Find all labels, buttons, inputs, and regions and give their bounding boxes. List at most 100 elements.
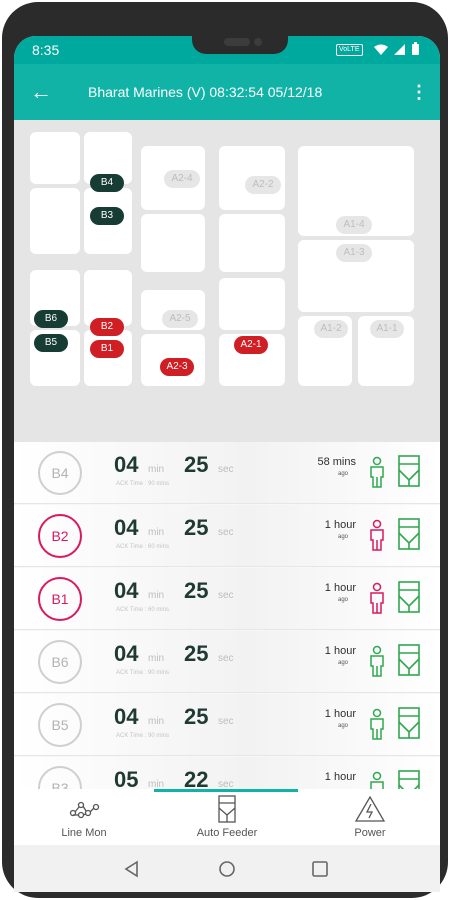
map-cell[interactable] <box>30 132 80 184</box>
row-id-badge: B4 <box>38 451 82 495</box>
power-warning-icon <box>354 795 386 822</box>
row-sec-unit: sec <box>218 590 234 601</box>
feeder-icon[interactable] <box>397 769 421 789</box>
map-tag-b3[interactable]: B3 <box>90 207 124 225</box>
list-item[interactable]: B3 05 min 22 sec 1 hour <box>14 757 440 789</box>
map-tag-a1-2[interactable]: A1-2 <box>314 320 348 338</box>
row-min-unit: min <box>148 779 165 789</box>
row-id-badge: B2 <box>38 514 82 558</box>
map-tag-a1-3[interactable]: A1-3 <box>336 244 372 262</box>
back-triangle-icon[interactable] <box>122 859 142 879</box>
row-seconds: 25 <box>184 641 209 666</box>
list-item[interactable]: B5 04 min 25 sec ACK Time : 90 mins 1 hour ago <box>14 694 440 756</box>
person-icon[interactable] <box>367 645 387 677</box>
row-minutes: 04 <box>114 704 139 729</box>
home-circle-icon[interactable] <box>217 859 237 879</box>
person-icon[interactable] <box>367 456 387 488</box>
map-tag-b2[interactable]: B2 <box>90 318 124 336</box>
row-sec-unit: sec <box>218 716 234 727</box>
status-list: B4 04 min 25 sec ACK Time : 90 mins 58 mins ago… <box>14 442 440 789</box>
page-title: Bharat Marines (V) 08:32:54 05/12/18 <box>88 84 323 100</box>
map-cell[interactable] <box>141 214 205 272</box>
list-item[interactable]: B2 04 min 25 sec ACK Time : 60 mins 1 hour ago <box>14 505 440 567</box>
map-tag-a2-1[interactable]: A2-1 <box>234 336 268 354</box>
screen: 8:35 VoLTE ← Bharat Marines (V) 08:32:54… <box>14 36 440 892</box>
phone-frame: 8:35 VoLTE ← Bharat Marines (V) 08:32:54… <box>2 2 448 898</box>
row-last-seen: 1 hour <box>324 771 356 783</box>
row-seconds: 25 <box>184 704 209 729</box>
row-sec-unit: sec <box>218 464 234 475</box>
map-tag-a2-2[interactable]: A2-2 <box>245 176 281 194</box>
row-last-seen-sub: ago <box>337 534 348 540</box>
wifi-icon <box>374 44 388 55</box>
row-last-seen: 1 hour <box>324 708 356 720</box>
row-min-unit: min <box>148 590 165 601</box>
map-tag-b6[interactable]: B6 <box>34 310 68 328</box>
list-item[interactable]: B1 04 min 25 sec ACK Time : 60 mins 1 hour ago <box>14 568 440 630</box>
row-sec-unit: sec <box>218 653 234 664</box>
row-minutes: 04 <box>114 641 139 666</box>
map-cell-b1[interactable] <box>84 330 132 386</box>
tab-auto-feeder[interactable]: Auto Feeder <box>167 789 287 845</box>
feeder-icon[interactable] <box>397 454 421 488</box>
row-id-badge: B6 <box>38 640 82 684</box>
bottom-nav: Line Mon Auto Feeder Power <box>14 789 440 845</box>
feeder-icon[interactable] <box>397 517 421 551</box>
row-last-seen: 1 hour <box>324 582 356 594</box>
map-tag-a1-4[interactable]: A1-4 <box>336 216 372 234</box>
row-ack-time: ACK Time : 90 mins <box>116 670 170 676</box>
row-ack-time: ACK Time : 90 mins <box>116 481 170 487</box>
map-tag-b1[interactable]: B1 <box>90 340 124 358</box>
list-item[interactable]: B6 04 min 25 sec ACK Time : 90 mins 1 hour ago <box>14 631 440 693</box>
camera-notch <box>192 36 288 54</box>
tab-line-mon[interactable]: Line Mon <box>24 789 144 845</box>
status-time: 8:35 <box>32 42 60 58</box>
map-tag-a2-5[interactable]: A2-5 <box>162 310 198 328</box>
map-tag-a2-4[interactable]: A2-4 <box>164 170 200 188</box>
person-icon[interactable] <box>367 519 387 551</box>
feeder-icon[interactable] <box>397 706 421 740</box>
row-id-badge: B5 <box>38 703 82 747</box>
map-tag-b4[interactable]: B4 <box>90 174 124 192</box>
map-tag-a1-1[interactable]: A1-1 <box>370 320 404 338</box>
row-last-seen-sub: ago <box>337 660 348 666</box>
map-cell[interactable] <box>219 278 285 330</box>
map-tag-b5[interactable]: B5 <box>34 334 68 352</box>
row-seconds: 25 <box>184 578 209 603</box>
row-id-badge: B3 <box>38 766 82 789</box>
feeder-icon[interactable] <box>397 580 421 614</box>
tab-power[interactable]: Power <box>310 789 430 845</box>
row-last-seen-sub: ago <box>337 597 348 603</box>
battery-icon <box>412 42 419 55</box>
person-icon[interactable] <box>367 582 387 614</box>
row-ack-time: ACK Time : 60 mins <box>116 607 170 613</box>
recents-square-icon[interactable] <box>310 859 330 879</box>
map-cell[interactable] <box>219 214 285 272</box>
row-sec-unit: sec <box>218 527 234 538</box>
row-minutes: 04 <box>114 452 139 477</box>
row-last-seen-sub: ago <box>337 723 348 729</box>
map-tag-a2-3[interactable]: A2-3 <box>160 358 194 376</box>
row-last-seen: 1 hour <box>324 645 356 657</box>
person-icon[interactable] <box>367 771 387 789</box>
tab-auto-feeder-label: Auto Feeder <box>196 827 258 839</box>
list-item[interactable]: B4 04 min 25 sec ACK Time : 90 mins 58 mins ago <box>14 442 440 504</box>
more-vert-icon[interactable]: ⋮ <box>410 80 428 104</box>
feeder-icon[interactable] <box>397 643 421 677</box>
map-cell[interactable] <box>30 188 80 254</box>
row-last-seen: 1 hour <box>324 519 356 531</box>
row-ack-time: ACK Time : 60 mins <box>116 544 170 550</box>
row-seconds: 25 <box>184 452 209 477</box>
row-seconds: 22 <box>184 767 209 789</box>
shed-map: B4 B3 B6 B5 B2 B1 A2-4 A2-2 A2-5 A2-3 A2… <box>14 120 440 442</box>
row-seconds: 25 <box>184 515 209 540</box>
app-bar: ← Bharat Marines (V) 08:32:54 05/12/18 ⋮ <box>14 64 440 120</box>
tab-power-label: Power <box>354 827 386 839</box>
person-icon[interactable] <box>367 708 387 740</box>
network-icon <box>69 801 100 819</box>
signal-icon <box>394 44 405 55</box>
row-minutes: 04 <box>114 515 139 540</box>
row-ack-time: ACK Time : 90 mins <box>116 733 170 739</box>
back-arrow-icon[interactable]: ← <box>30 78 58 106</box>
volte-badge: VoLTE <box>336 44 363 56</box>
